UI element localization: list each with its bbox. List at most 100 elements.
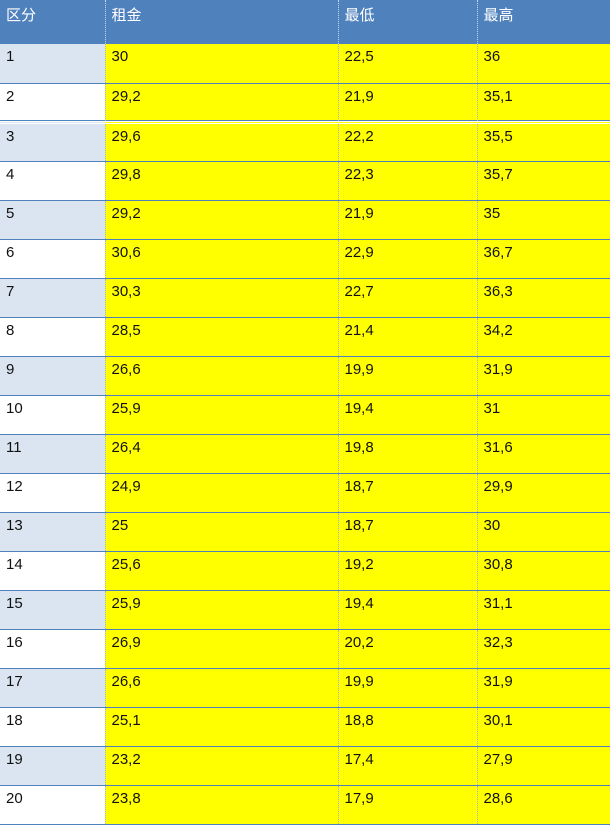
row-minimum-cell: 19,8 <box>338 434 478 474</box>
row-minimum-cell: 19,4 <box>338 395 478 435</box>
header-row: 区分 租金 最低 最高 <box>0 0 610 44</box>
row-minimum-cell: 22,3 <box>338 161 478 201</box>
row-maximum-cell: 36 <box>477 44 610 84</box>
row-rent-cell: 24,9 <box>105 473 339 513</box>
row-division-cell: 14 <box>0 551 106 591</box>
row-minimum-cell: 22,2 <box>338 122 478 162</box>
table-row: 8 28,5 21,4 34,2 <box>0 317 610 357</box>
row-division-cell: 13 <box>0 512 106 552</box>
row-minimum-cell: 19,9 <box>338 668 478 708</box>
row-maximum-cell: 31,9 <box>477 356 610 396</box>
row-division-cell: 18 <box>0 707 106 747</box>
row-minimum-cell: 22,5 <box>338 44 478 84</box>
row-maximum-cell: 35 <box>477 200 610 240</box>
table-header: 区分 租金 最低 最高 <box>0 0 610 44</box>
row-rent-cell: 26,4 <box>105 434 339 474</box>
row-rent-cell: 26,9 <box>105 629 339 669</box>
table-row: 4 29,8 22,3 35,7 <box>0 161 610 201</box>
row-minimum-cell: 18,7 <box>338 512 478 552</box>
row-rent-cell: 30 <box>105 44 339 84</box>
table-row: 15 25,9 19,4 31,1 <box>0 590 610 630</box>
row-division-cell: 20 <box>0 785 106 825</box>
row-maximum-cell: 35,1 <box>477 83 610 124</box>
row-rent-cell: 29,6 <box>105 122 339 162</box>
row-division-cell: 15 <box>0 590 106 630</box>
table-row: 2 29,2 21,9 35,1 <box>0 83 610 124</box>
row-rent-cell: 23,2 <box>105 746 339 786</box>
row-division-cell: 12 <box>0 473 106 513</box>
row-minimum-cell: 18,7 <box>338 473 478 513</box>
row-maximum-cell: 32,3 <box>477 629 610 669</box>
row-maximum-cell: 31,6 <box>477 434 610 474</box>
header-maximum: 最高 <box>477 0 610 44</box>
table-row: 1 30 22,5 36 <box>0 44 610 84</box>
table-row: 10 25,9 19,4 31 <box>0 395 610 435</box>
table-row: 5 29,2 21,9 35 <box>0 200 610 240</box>
row-division-cell: 19 <box>0 746 106 786</box>
table-row: 14 25,6 19,2 30,8 <box>0 551 610 591</box>
row-maximum-cell: 31,1 <box>477 590 610 630</box>
header-minimum: 最低 <box>338 0 478 44</box>
row-minimum-cell: 17,9 <box>338 785 478 825</box>
row-rent-cell: 25,9 <box>105 395 339 435</box>
row-minimum-cell: 17,4 <box>338 746 478 786</box>
row-division-cell: 16 <box>0 629 106 669</box>
table-row: 18 25,1 18,8 30,1 <box>0 707 610 747</box>
row-minimum-cell: 20,2 <box>338 629 478 669</box>
row-division-cell: 4 <box>0 161 106 201</box>
row-maximum-cell: 35,7 <box>477 161 610 201</box>
row-rent-cell: 29,2 <box>105 200 339 240</box>
table-row: 3 29,6 22,2 35,5 <box>0 122 610 162</box>
header-division: 区分 <box>0 0 106 44</box>
row-maximum-cell: 29,9 <box>477 473 610 513</box>
table-row: 9 26,6 19,9 31,9 <box>0 356 610 396</box>
row-minimum-cell: 21,9 <box>338 200 478 240</box>
row-division-cell: 10 <box>0 395 106 435</box>
row-division-cell: 2 <box>0 83 106 124</box>
row-minimum-cell: 21,9 <box>338 83 478 124</box>
row-maximum-cell: 30 <box>477 512 610 552</box>
row-maximum-cell: 36,3 <box>477 278 610 318</box>
table-row: 16 26,9 20,2 32,3 <box>0 629 610 669</box>
rent-table: 区分 租金 最低 最高 1 30 22,5 36 2 29,2 21,9 35,1 3 29,6 2… <box>0 0 610 825</box>
table-row: 20 23,8 17,9 28,6 <box>0 785 610 825</box>
row-rent-cell: 25,6 <box>105 551 339 591</box>
table-row: 13 25 18,7 30 <box>0 512 610 552</box>
row-maximum-cell: 30,8 <box>477 551 610 591</box>
row-rent-cell: 30,3 <box>105 278 339 318</box>
row-maximum-cell: 35,5 <box>477 122 610 162</box>
row-division-cell: 3 <box>0 122 106 162</box>
row-rent-cell: 25,9 <box>105 590 339 630</box>
row-rent-cell: 29,8 <box>105 161 339 201</box>
row-division-cell: 5 <box>0 200 106 240</box>
row-division-cell: 1 <box>0 44 106 84</box>
row-rent-cell: 29,2 <box>105 83 339 124</box>
table-row: 11 26,4 19,8 31,6 <box>0 434 610 474</box>
row-maximum-cell: 34,2 <box>477 317 610 357</box>
table-row: 19 23,2 17,4 27,9 <box>0 746 610 786</box>
row-rent-cell: 23,8 <box>105 785 339 825</box>
row-division-cell: 8 <box>0 317 106 357</box>
row-minimum-cell: 19,9 <box>338 356 478 396</box>
row-rent-cell: 26,6 <box>105 668 339 708</box>
row-division-cell: 11 <box>0 434 106 474</box>
row-maximum-cell: 30,1 <box>477 707 610 747</box>
row-division-cell: 7 <box>0 278 106 318</box>
row-maximum-cell: 31,9 <box>477 668 610 708</box>
row-division-cell: 17 <box>0 668 106 708</box>
table-row: 17 26,6 19,9 31,9 <box>0 668 610 708</box>
header-rent: 租金 <box>105 0 339 44</box>
row-maximum-cell: 27,9 <box>477 746 610 786</box>
row-minimum-cell: 22,7 <box>338 278 478 318</box>
row-minimum-cell: 21,4 <box>338 317 478 357</box>
table-row: 12 24,9 18,7 29,9 <box>0 473 610 513</box>
row-division-cell: 6 <box>0 239 106 279</box>
row-minimum-cell: 19,2 <box>338 551 478 591</box>
row-minimum-cell: 19,4 <box>338 590 478 630</box>
row-rent-cell: 25,1 <box>105 707 339 747</box>
row-minimum-cell: 18,8 <box>338 707 478 747</box>
row-rent-cell: 26,6 <box>105 356 339 396</box>
row-minimum-cell: 22,9 <box>338 239 478 279</box>
table-row: 6 30,6 22,9 36,7 <box>0 239 610 279</box>
row-rent-cell: 30,6 <box>105 239 339 279</box>
